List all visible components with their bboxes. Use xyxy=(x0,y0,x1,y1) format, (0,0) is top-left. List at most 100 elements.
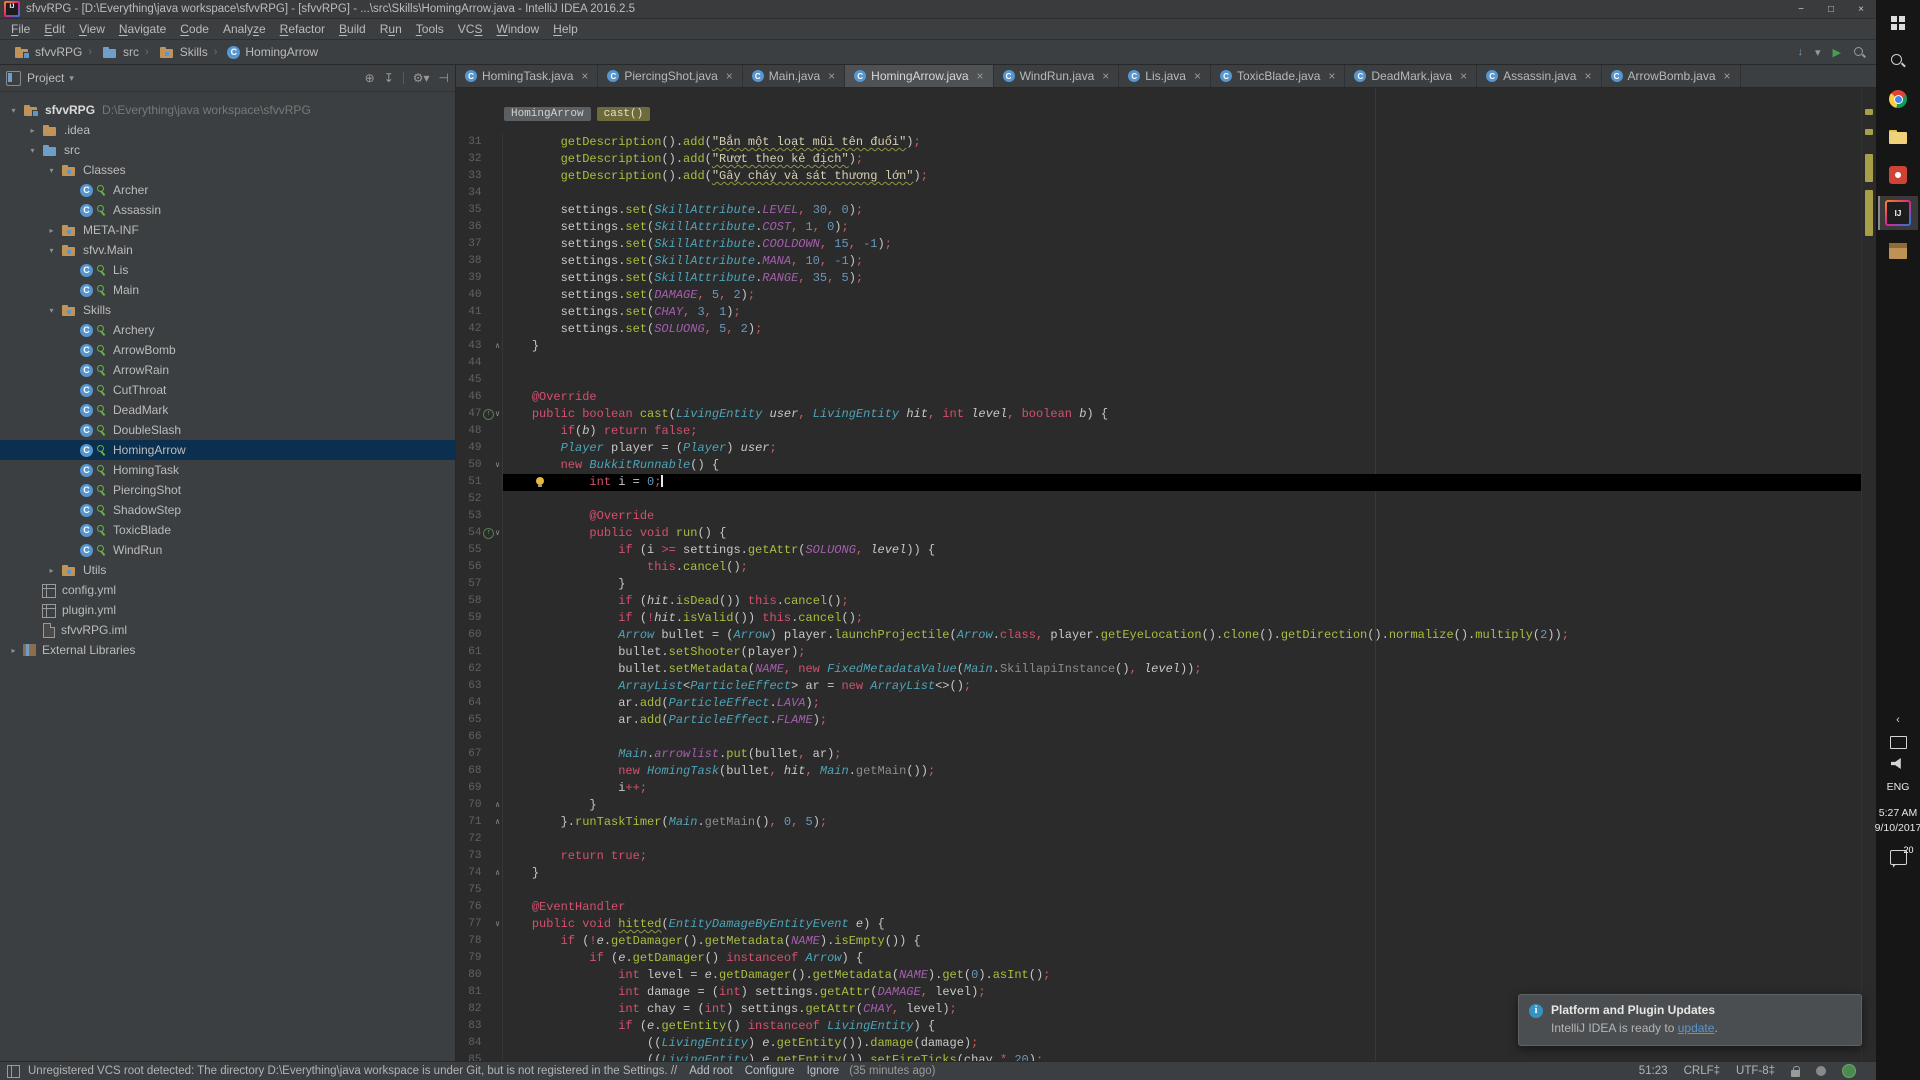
code-line-67[interactable]: 67 Main.arrowlist.put(bullet, ar); xyxy=(456,746,1862,763)
code-text[interactable] xyxy=(503,491,1862,508)
code-text[interactable]: Main.arrowlist.put(bullet, ar); xyxy=(503,746,1862,763)
line-number[interactable]: 57 xyxy=(456,576,481,593)
highlighting-level-icon[interactable] xyxy=(1816,1066,1826,1076)
code-text[interactable]: if (hit.isDead()) this.cancel(); xyxy=(503,593,1862,610)
tab-arrowbomb.java[interactable]: CArrowBomb.java× xyxy=(1602,65,1741,87)
breadcrumb-chip-homingarrow[interactable]: HomingArrow xyxy=(504,107,591,121)
code-line-37[interactable]: 37 settings.set(SkillAttribute.COOLDOWN,… xyxy=(456,236,1862,253)
taskbar-app-explorer[interactable] xyxy=(1878,120,1918,154)
monitor-icon[interactable] xyxy=(1890,736,1907,749)
tree-item-cutthroat[interactable]: CCutThroat xyxy=(0,380,455,400)
run-config-caret-icon[interactable]: ▾ xyxy=(1815,46,1821,59)
close-icon[interactable]: × xyxy=(1328,69,1335,83)
code-text[interactable]: ar.add(ParticleEffect.LAVA); xyxy=(503,695,1862,712)
line-number[interactable]: 45 xyxy=(456,372,481,389)
tree-item-lis[interactable]: CLis xyxy=(0,260,455,280)
line-number[interactable]: 76 xyxy=(456,899,481,916)
line-number[interactable]: 43 xyxy=(456,338,481,355)
tree-item-sfvv.main[interactable]: ▾sfvv.Main xyxy=(0,240,455,260)
code-line-74[interactable]: 74∧ } xyxy=(456,865,1862,882)
line-number[interactable]: 40 xyxy=(456,287,481,304)
code-line-80[interactable]: 80 int level = e.getDamager().getMetadat… xyxy=(456,967,1862,984)
update-link[interactable]: update xyxy=(1678,1021,1715,1035)
line-number[interactable]: 58 xyxy=(456,593,481,610)
code-text[interactable]: } xyxy=(503,338,1862,355)
close-icon[interactable]: × xyxy=(1460,69,1467,83)
line-number[interactable]: 31 xyxy=(456,134,481,151)
code-text[interactable]: bullet.setShooter(player); xyxy=(503,644,1862,661)
tree-item-arrowrain[interactable]: CArrowRain xyxy=(0,360,455,380)
menu-item-analyze[interactable]: Analyze xyxy=(216,22,273,36)
code-line-44[interactable]: 44 xyxy=(456,355,1862,372)
tree-item-homingtask[interactable]: CHomingTask xyxy=(0,460,455,480)
locate-icon[interactable]: ⊕ xyxy=(365,71,375,85)
overrides-method-icon[interactable]: ↑ xyxy=(483,409,494,420)
taskbar-app-start[interactable] xyxy=(1878,6,1918,40)
code-text[interactable]: if (i >= settings.getAttr(SOLUONG, level… xyxy=(503,542,1862,559)
code-line-59[interactable]: 59 if (!hit.isValid()) this.cancel(); xyxy=(456,610,1862,627)
collapse-all-icon[interactable]: ↧ xyxy=(384,71,394,85)
tab-homingarrow.java[interactable]: CHomingArrow.java× xyxy=(845,65,993,87)
line-number[interactable]: 35 xyxy=(456,202,481,219)
line-number[interactable]: 78 xyxy=(456,933,481,950)
chevron-expanded-icon[interactable]: ▾ xyxy=(8,106,19,115)
fold-marker-icon[interactable]: ∧ xyxy=(495,814,500,831)
tree-item-doubleslash[interactable]: CDoubleSlash xyxy=(0,420,455,440)
tool-window-switcher-icon[interactable] xyxy=(7,1065,20,1078)
line-number[interactable]: 39 xyxy=(456,270,481,287)
menu-item-run[interactable]: Run xyxy=(373,22,409,36)
code-text[interactable]: i++; xyxy=(503,780,1862,797)
taskbar-app-chrome[interactable] xyxy=(1878,82,1918,116)
code-line-57[interactable]: 57 } xyxy=(456,576,1862,593)
code-text[interactable] xyxy=(503,831,1862,848)
code-line-31[interactable]: 31 getDescription().add("Bắn một loạt mũ… xyxy=(456,134,1862,151)
line-number[interactable]: 79 xyxy=(456,950,481,967)
line-number[interactable]: 81 xyxy=(456,984,481,1001)
tree-item-archer[interactable]: CArcher xyxy=(0,180,455,200)
code-text[interactable]: } xyxy=(503,576,1862,593)
code-text[interactable]: ((LivingEntity) e.getEntity()).setFireTi… xyxy=(503,1052,1862,1061)
tab-piercingshot.java[interactable]: CPiercingShot.java× xyxy=(598,65,742,87)
breadcrumb-item-sfvvrpg[interactable]: sfvvRPG xyxy=(8,45,84,59)
line-number[interactable]: 64 xyxy=(456,695,481,712)
chevron-expanded-icon[interactable]: ▾ xyxy=(27,146,38,155)
breadcrumb-item-src[interactable]: src xyxy=(96,45,141,59)
tree-item-piercingshot[interactable]: CPiercingShot xyxy=(0,480,455,500)
close-icon[interactable]: × xyxy=(1584,69,1591,83)
line-number[interactable]: 66 xyxy=(456,729,481,746)
tab-lis.java[interactable]: CLis.java× xyxy=(1119,65,1211,87)
code-text[interactable]: int i = 0; xyxy=(503,474,1862,491)
language-indicator[interactable]: ENG xyxy=(1887,781,1910,793)
menu-item-build[interactable]: Build xyxy=(332,22,373,36)
chevron-expanded-icon[interactable]: ▾ xyxy=(46,166,57,175)
tree-item-classes[interactable]: ▾Classes xyxy=(0,160,455,180)
menu-item-code[interactable]: Code xyxy=(173,22,216,36)
fold-marker-icon[interactable]: ∨ xyxy=(495,457,500,474)
code-text[interactable]: settings.set(SkillAttribute.COOLDOWN, 15… xyxy=(503,236,1862,253)
line-number[interactable]: 71 xyxy=(456,814,481,831)
overrides-method-icon[interactable]: ↑ xyxy=(483,528,494,539)
line-number[interactable]: 42 xyxy=(456,321,481,338)
tree-item-sfvvrpg[interactable]: ▾sfvvRPGD:\Everything\java workspace\sfv… xyxy=(0,100,455,120)
code-text[interactable] xyxy=(503,185,1862,202)
tree-item-src[interactable]: ▾src xyxy=(0,140,455,160)
line-number[interactable]: 85 xyxy=(456,1052,481,1061)
close-icon[interactable]: × xyxy=(726,69,733,83)
line-number[interactable]: 61 xyxy=(456,644,481,661)
breadcrumb-chip-cast-[interactable]: cast() xyxy=(597,107,651,121)
close-icon[interactable]: × xyxy=(1194,69,1201,83)
tab-toxicblade.java[interactable]: CToxicBlade.java× xyxy=(1211,65,1345,87)
breadcrumb-item-homingarrow[interactable]: CHomingArrow xyxy=(221,45,320,59)
code-line-68[interactable]: 68 new HomingTask(bullet, hit, Main.getM… xyxy=(456,763,1862,780)
code-text[interactable]: public void hitted(EntityDamageByEntityE… xyxy=(503,916,1862,933)
code-line-49[interactable]: 49 Player player = (Player) user; xyxy=(456,440,1862,457)
code-line-78[interactable]: 78 if (!e.getDamager().getMetadata(NAME)… xyxy=(456,933,1862,950)
code-text[interactable] xyxy=(503,729,1862,746)
line-number[interactable]: 59 xyxy=(456,610,481,627)
code-line-73[interactable]: 73 return true; xyxy=(456,848,1862,865)
code-line-50[interactable]: 50∨ new BukkitRunnable() { xyxy=(456,457,1862,474)
line-number[interactable]: 63 xyxy=(456,678,481,695)
code-line-69[interactable]: 69 i++; xyxy=(456,780,1862,797)
taskbar-app-search[interactable] xyxy=(1878,44,1918,78)
code-text[interactable]: if (e.getDamager() instanceof Arrow) { xyxy=(503,950,1862,967)
